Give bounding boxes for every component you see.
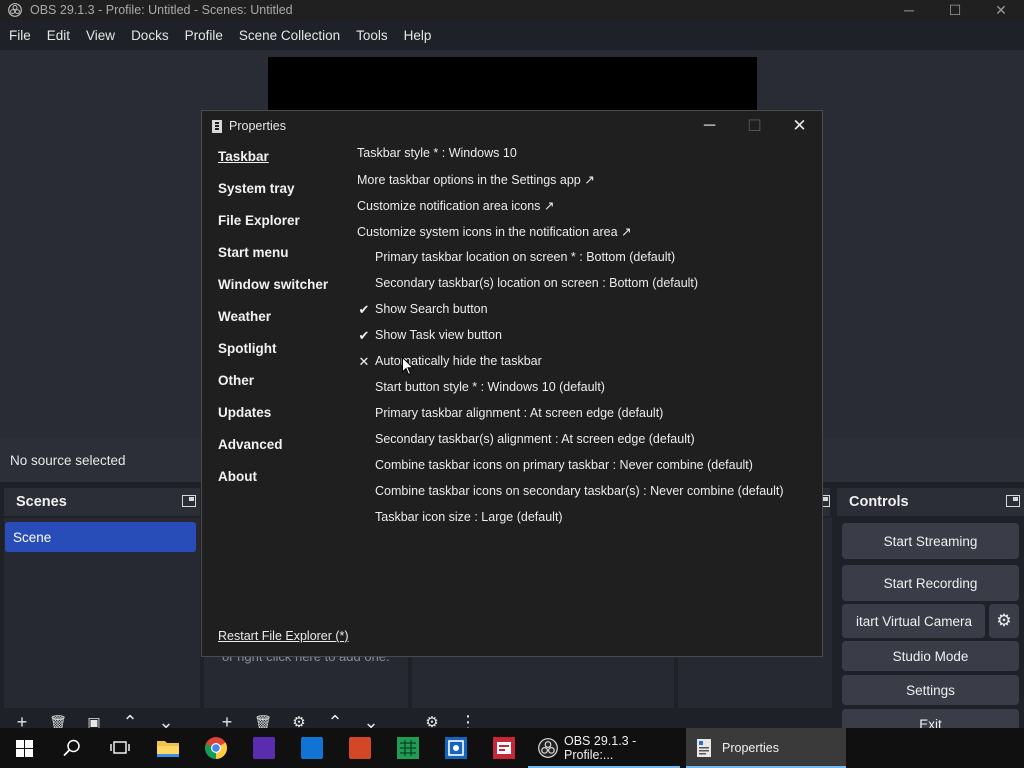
start-button[interactable] xyxy=(0,728,48,768)
task-view-icon[interactable] xyxy=(96,728,144,768)
settings-button[interactable]: Settings xyxy=(842,675,1019,705)
virtual-camera-settings-button[interactable]: ⚙ xyxy=(989,604,1019,638)
option-system-icons-link[interactable]: Customize system icons in the notificati… xyxy=(357,224,631,239)
nav-file-explorer[interactable]: File Explorer xyxy=(218,213,300,228)
properties-app-icon xyxy=(697,739,711,757)
mouse-cursor-icon xyxy=(402,357,414,376)
purple-app-icon[interactable] xyxy=(240,728,288,768)
window-title: OBS 29.1.3 - Profile: Untitled - Scenes:… xyxy=(30,3,293,17)
red-app-icon[interactable] xyxy=(480,728,528,768)
blue-app-2-icon[interactable] xyxy=(432,728,480,768)
option-combine-primary[interactable]: Combine taskbar icons on primary taskbar… xyxy=(375,458,753,472)
nav-taskbar[interactable]: Taskbar xyxy=(218,149,269,164)
option-secondary-alignment[interactable]: Secondary taskbar(s) alignment : At scre… xyxy=(375,432,695,446)
minimize-button[interactable]: ─ xyxy=(886,0,932,20)
taskbar-app-obs[interactable]: OBS 29.1.3 - Profile:... xyxy=(528,728,680,768)
option-start-button-style[interactable]: Start button style * : Windows 10 (defau… xyxy=(375,380,605,394)
dialog-title: Properties xyxy=(229,119,286,133)
nav-about[interactable]: About xyxy=(218,469,257,484)
menu-help[interactable]: Help xyxy=(396,28,440,43)
restart-explorer-link[interactable]: Restart File Explorer (*) xyxy=(218,629,349,643)
start-streaming-button[interactable]: Start Streaming xyxy=(842,523,1019,559)
nav-spotlight[interactable]: Spotlight xyxy=(218,341,276,356)
dialog-maximize-button: ☐ xyxy=(747,118,762,135)
nav-other[interactable]: Other xyxy=(218,373,254,388)
scene-list-item[interactable]: Scene xyxy=(5,522,196,552)
studio-mode-button[interactable]: Studio Mode xyxy=(842,641,1019,671)
nav-start-menu[interactable]: Start menu xyxy=(218,245,289,260)
menu-tools[interactable]: Tools xyxy=(348,28,396,43)
option-taskbar-style[interactable]: Taskbar style * : Windows 10 xyxy=(357,146,517,160)
checkmark-icon: ✔ xyxy=(358,302,370,317)
taskbar-app-label: OBS 29.1.3 - Profile:... xyxy=(564,734,637,762)
option-primary-location[interactable]: Primary taskbar location on screen * : B… xyxy=(375,250,675,264)
windows-logo-icon xyxy=(15,739,33,757)
menu-docks[interactable]: Docks xyxy=(123,28,177,43)
option-show-task-view[interactable]: Show Task view button xyxy=(375,328,502,342)
option-secondary-location[interactable]: Secondary taskbar(s) location on screen … xyxy=(375,276,698,290)
powerpoint-icon[interactable] xyxy=(336,728,384,768)
option-combine-secondary[interactable]: Combine taskbar icons on secondary taskb… xyxy=(375,484,784,498)
start-virtual-camera-button[interactable]: itart Virtual Camera xyxy=(842,604,985,638)
option-show-search[interactable]: Show Search button xyxy=(375,302,488,316)
file-explorer-icon[interactable] xyxy=(144,728,192,768)
cross-icon: ✕ xyxy=(358,354,370,369)
start-recording-button[interactable]: Start Recording xyxy=(842,565,1019,601)
nav-weather[interactable]: Weather xyxy=(218,309,271,324)
menu-file[interactable]: File xyxy=(0,28,39,43)
taskbar-app-label: Properties xyxy=(722,741,779,755)
dialog-minimize-button[interactable]: ─ xyxy=(687,111,732,141)
obs-logo-icon xyxy=(8,3,22,17)
scenes-title: Scenes xyxy=(16,494,67,510)
gear-icon: ⚙ xyxy=(996,611,1012,630)
nav-updates[interactable]: Updates xyxy=(218,405,271,420)
windows-taskbar: OBS 29.1.3 - Profile:... Properties xyxy=(0,728,1024,768)
taskbar-app-properties[interactable]: Properties xyxy=(686,728,846,768)
option-icon-size[interactable]: Taskbar icon size : Large (default) xyxy=(375,510,563,524)
undock-icon[interactable] xyxy=(182,495,196,507)
nav-system-tray[interactable]: System tray xyxy=(218,181,295,196)
undock-icon[interactable] xyxy=(1006,495,1020,507)
search-icon[interactable] xyxy=(48,728,96,768)
controls-title: Controls xyxy=(849,494,909,510)
menu-edit[interactable]: Edit xyxy=(39,28,78,43)
nav-window-switcher[interactable]: Window switcher xyxy=(218,277,328,292)
nav-advanced[interactable]: Advanced xyxy=(218,437,283,452)
window-titlebar: OBS 29.1.3 - Profile: Untitled - Scenes:… xyxy=(0,0,1024,20)
menu-profile[interactable]: Profile xyxy=(177,28,231,43)
properties-dialog: Properties ─ ☐ ✕ Taskbar System tray Fil… xyxy=(201,110,823,657)
option-auto-hide[interactable]: Automatically hide the taskbar xyxy=(375,354,542,368)
option-notification-icons-link[interactable]: Customize notification area icons ↗ xyxy=(357,198,554,213)
menu-view[interactable]: View xyxy=(78,28,123,43)
properties-app-icon xyxy=(212,119,222,133)
menu-bar: File Edit View Docks Profile Scene Colle… xyxy=(0,20,1024,50)
maximize-button[interactable]: ☐ xyxy=(932,0,978,20)
chrome-icon[interactable] xyxy=(192,728,240,768)
obs-logo-icon xyxy=(538,738,558,758)
scenes-dock-title: Scenes xyxy=(4,488,200,516)
option-primary-alignment[interactable]: Primary taskbar alignment : At screen ed… xyxy=(375,406,663,420)
close-button[interactable]: ✕ xyxy=(978,0,1024,20)
dialog-close-button[interactable]: ✕ xyxy=(777,111,822,141)
excel-icon[interactable] xyxy=(384,728,432,768)
dialog-titlebar: Properties ─ ☐ ✕ xyxy=(202,111,822,141)
blue-app-icon[interactable] xyxy=(288,728,336,768)
option-more-taskbar-settings-link[interactable]: More taskbar options in the Settings app… xyxy=(357,172,595,187)
checkmark-icon: ✔ xyxy=(358,328,370,343)
controls-dock-title: Controls xyxy=(837,488,1024,516)
menu-scene-collection[interactable]: Scene Collection xyxy=(231,28,348,43)
